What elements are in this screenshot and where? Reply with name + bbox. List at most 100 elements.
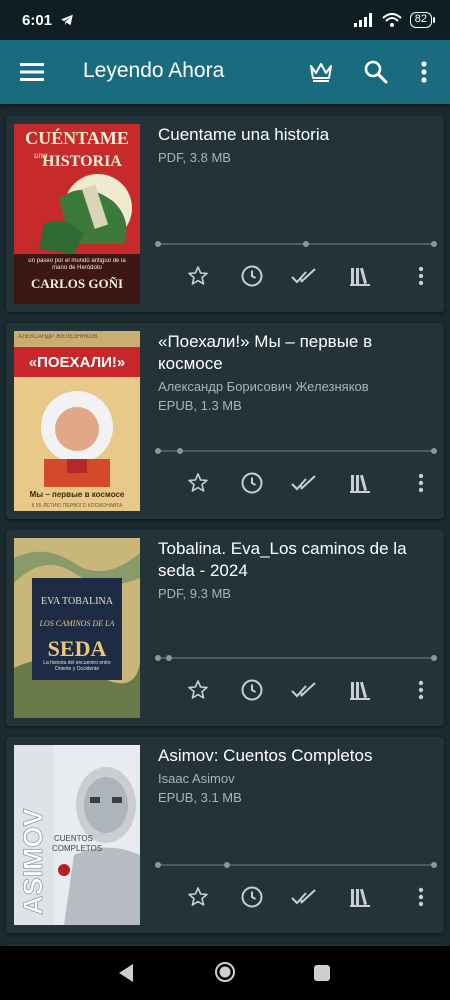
- more-options-button[interactable]: [407, 676, 435, 704]
- library-icon: [350, 888, 370, 907]
- crown-icon[interactable]: [308, 59, 334, 85]
- double-check-icon: [291, 475, 316, 491]
- page-title: Leyendo Ahora: [83, 59, 225, 82]
- cover-text: АЛЕКСАНДР ЖЕЛЕЗНЯКОВ: [18, 334, 98, 340]
- wifi-icon: [382, 13, 402, 27]
- app-bar: Leyendo Ahora: [0, 40, 450, 104]
- signal-icon: [353, 13, 372, 27]
- reading-progress[interactable]: [155, 862, 437, 868]
- book-card[interactable]: ASIMOV CUENTOS COMPLETOS Asimov: Cuentos…: [6, 737, 444, 933]
- reading-progress[interactable]: [155, 448, 437, 454]
- cover-text: SEDA: [48, 636, 107, 661]
- progress-end: [431, 241, 437, 247]
- more-vert-icon: [418, 266, 424, 286]
- status-time: 6:01: [22, 11, 53, 29]
- system-nav-bar: [0, 946, 450, 1000]
- favorite-button[interactable]: [184, 469, 212, 497]
- battery-icon: 82: [409, 12, 436, 28]
- clock-icon: [241, 265, 263, 287]
- favorite-button[interactable]: [184, 262, 212, 290]
- library-icon: [350, 681, 370, 700]
- more-options-button[interactable]: [407, 883, 435, 911]
- double-check-icon: [291, 268, 316, 284]
- progress-marker: [177, 448, 183, 454]
- progress-marker: [303, 241, 309, 247]
- double-check-icon: [291, 889, 316, 905]
- clock-icon: [241, 472, 263, 494]
- cover-text: Мы – первые в космосе: [30, 490, 125, 499]
- star-icon: [188, 473, 208, 492]
- book-card[interactable]: CUÉNTAME una HISTORIA un paseo por el mu…: [6, 116, 444, 312]
- more-vert-icon: [418, 680, 424, 700]
- cover-text: К 55-ЛЕТИЮ ПЕРВОГО КОСМОНАВТА: [32, 503, 123, 509]
- back-icon[interactable]: [117, 963, 135, 983]
- progress-end: [431, 448, 437, 454]
- history-button[interactable]: [238, 883, 266, 911]
- library-icon: [350, 474, 370, 493]
- history-button[interactable]: [238, 676, 266, 704]
- cover-text: La historia del encuentro entre Oriente …: [43, 660, 111, 672]
- clock-icon: [241, 886, 263, 908]
- book-meta: PDF, 3.8 MB: [158, 150, 231, 165]
- mark-read-button[interactable]: [291, 676, 319, 704]
- progress-start: [155, 241, 161, 247]
- history-button[interactable]: [238, 262, 266, 290]
- book-cover[interactable]: EVA TOBALINA LOS CAMINOS DE LA SEDA La h…: [14, 538, 140, 718]
- book-cover[interactable]: ASIMOV CUENTOS COMPLETOS: [14, 745, 140, 925]
- cover-text: HISTORIA: [42, 153, 122, 170]
- more-vert-icon: [418, 473, 424, 493]
- more-options-button[interactable]: [407, 469, 435, 497]
- cover-text: LOS CAMINOS DE LA: [39, 619, 115, 628]
- book-card[interactable]: EVA TOBALINA LOS CAMINOS DE LA SEDA La h…: [6, 530, 444, 726]
- book-author: Isaac Asimov: [158, 771, 235, 786]
- mark-read-button[interactable]: [291, 883, 319, 911]
- library-icon: [350, 267, 370, 286]
- recents-icon[interactable]: [314, 965, 330, 981]
- star-icon: [188, 680, 208, 699]
- book-title: Asimov: Cuentos Completos: [158, 746, 373, 765]
- book-title: Tobalina. Eva_Los caminos de la seda - 2…: [158, 539, 407, 580]
- mark-read-button[interactable]: [291, 262, 319, 290]
- book-author: Александр Борисович Железняков: [158, 379, 369, 394]
- telegram-icon: [61, 14, 73, 26]
- book-cover[interactable]: АЛЕКСАНДР ЖЕЛЕЗНЯКОВ «ПОЕХАЛИ!» Мы – пер…: [14, 331, 140, 511]
- library-button[interactable]: [346, 262, 374, 290]
- book-cover[interactable]: CUÉNTAME una HISTORIA un paseo por el mu…: [14, 124, 140, 304]
- reading-progress[interactable]: [155, 241, 437, 247]
- book-meta: EPUB, 3.1 MB: [158, 790, 242, 805]
- mark-read-button[interactable]: [291, 469, 319, 497]
- cover-text: CUENTOS: [54, 834, 93, 843]
- book-title: Cuentame una historia: [158, 125, 330, 144]
- book-title: «Поехали!» Мы – первые в космосе: [158, 332, 373, 373]
- library-button[interactable]: [346, 469, 374, 497]
- more-vert-icon[interactable]: [414, 59, 434, 85]
- progress-start: [155, 655, 161, 661]
- star-icon: [188, 266, 208, 285]
- book-card[interactable]: АЛЕКСАНДР ЖЕЛЕЗНЯКОВ «ПОЕХАЛИ!» Мы – пер…: [6, 323, 444, 519]
- search-icon[interactable]: [363, 59, 389, 85]
- cover-text: CUÉNTAME: [25, 127, 129, 148]
- reading-progress[interactable]: [155, 655, 437, 661]
- book-list: CUÉNTAME una HISTORIA un paseo por el mu…: [0, 104, 450, 946]
- progress-marker: [166, 655, 172, 661]
- progress-end: [431, 862, 437, 868]
- history-button[interactable]: [238, 469, 266, 497]
- cover-text: un paseo por el mundo antiguo de la mano…: [28, 258, 126, 271]
- progress-start: [155, 862, 161, 868]
- clock-icon: [241, 679, 263, 701]
- more-options-button[interactable]: [407, 262, 435, 290]
- cover-text: «ПОЕХАЛИ!»: [29, 354, 125, 371]
- home-icon[interactable]: [214, 961, 236, 983]
- star-icon: [188, 887, 208, 906]
- menu-icon[interactable]: [20, 61, 44, 83]
- cover-text: ASIMOV: [18, 808, 48, 915]
- book-meta: PDF, 9.3 MB: [158, 586, 231, 601]
- library-button[interactable]: [346, 676, 374, 704]
- status-bar: 6:01 82: [0, 0, 450, 40]
- progress-end: [431, 655, 437, 661]
- cover-text: COMPLETOS: [52, 844, 102, 853]
- more-vert-icon: [418, 887, 424, 907]
- library-button[interactable]: [346, 883, 374, 911]
- favorite-button[interactable]: [184, 883, 212, 911]
- favorite-button[interactable]: [184, 676, 212, 704]
